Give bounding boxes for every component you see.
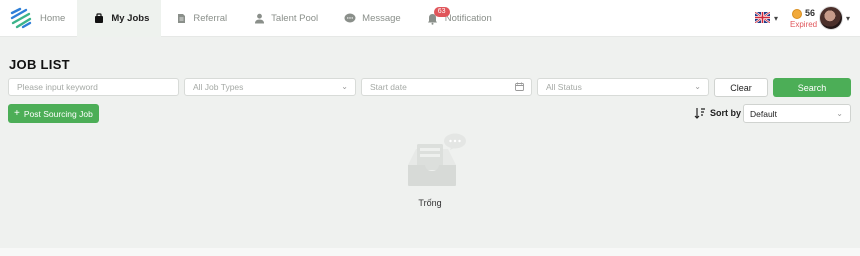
chevron-down-icon[interactable]: ▾ xyxy=(846,14,850,23)
chevron-down-icon[interactable]: ▾ xyxy=(774,14,778,23)
empty-inbox-icon xyxy=(408,133,466,186)
chevron-down-icon: ⌄ xyxy=(694,82,701,91)
keyword-search-input[interactable]: Please input keyword xyxy=(8,78,179,96)
footer-strip xyxy=(0,248,860,256)
plus-icon: + xyxy=(14,108,20,119)
avatar[interactable] xyxy=(819,6,843,30)
nav-item-label: My Jobs xyxy=(111,13,150,24)
job-type-select[interactable]: All Job Types ⌄ xyxy=(184,78,356,96)
document-icon xyxy=(175,13,187,25)
nav-item-label: Notification xyxy=(444,13,492,24)
post-button-label: Post Sourcing Job xyxy=(23,108,93,119)
calendar-icon xyxy=(515,82,524,93)
post-sourcing-job-button[interactable]: + Post Sourcing Job xyxy=(8,104,99,123)
top-navigation-bar: Home My Jobs Referral Talent Pool Messag… xyxy=(0,0,860,37)
page-title: JOB LIST xyxy=(9,57,70,72)
notification-badge: 63 xyxy=(433,7,450,17)
empty-state-text: Trống xyxy=(418,198,442,208)
chevron-down-icon: ⌄ xyxy=(836,109,843,118)
start-date-picker[interactable]: Start date xyxy=(361,78,532,96)
subscription-status: Expired xyxy=(790,20,818,29)
logo-icon[interactable] xyxy=(10,7,32,29)
sort-icon[interactable] xyxy=(694,107,706,119)
nav-item-my-jobs[interactable]: My Jobs xyxy=(77,0,162,37)
nav-item-home[interactable]: Home xyxy=(36,0,77,37)
main-nav: Home My Jobs Referral Talent Pool Messag… xyxy=(36,0,504,37)
keyword-placeholder: Please input keyword xyxy=(17,82,98,92)
nav-item-label: Referral xyxy=(193,13,228,24)
briefcase-icon xyxy=(93,13,105,25)
nav-item-label: Talent Pool xyxy=(271,13,319,24)
nav-item-notification[interactable]: 63 Notification xyxy=(413,0,504,37)
start-date-placeholder: Start date xyxy=(370,82,407,92)
coin-icon xyxy=(792,9,802,19)
nav-item-talent-pool[interactable]: Talent Pool xyxy=(239,0,330,37)
nav-item-referral[interactable]: Referral xyxy=(161,0,239,37)
sort-selected-value: Default xyxy=(750,108,777,119)
nav-item-message[interactable]: Message xyxy=(330,0,413,37)
chevron-down-icon: ⌄ xyxy=(341,82,348,91)
job-list-page: JOB LIST Please input keyword All Job Ty… xyxy=(0,38,860,248)
status-select[interactable]: All Status ⌄ xyxy=(537,78,709,96)
clear-button[interactable]: Clear xyxy=(714,78,768,97)
uk-flag-icon[interactable] xyxy=(755,12,770,23)
chat-icon xyxy=(344,13,356,25)
person-icon xyxy=(253,13,265,25)
nav-item-label: Home xyxy=(40,13,66,24)
sort-label: Sort by xyxy=(710,108,742,118)
coin-balance: 56 xyxy=(805,8,816,18)
nav-item-label: Message xyxy=(362,13,401,24)
sort-select[interactable]: Default ⌄ xyxy=(743,104,851,123)
search-button[interactable]: Search xyxy=(773,78,851,97)
status-placeholder: All Status xyxy=(546,82,582,92)
job-type-placeholder: All Job Types xyxy=(193,82,244,92)
